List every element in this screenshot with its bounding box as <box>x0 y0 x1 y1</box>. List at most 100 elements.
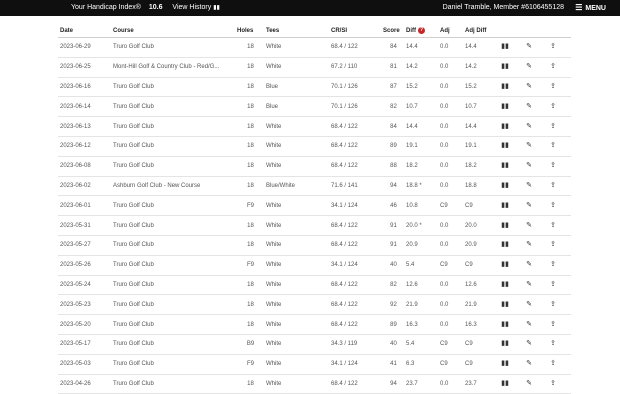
row-course[interactable]: Truro Golf Club <box>111 195 235 217</box>
table-row[interactable]: 2023-05-26 Truro Golf Club F9 White 34.1 / 1… <box>58 255 571 276</box>
table-row[interactable]: 2023-05-23 Truro Golf Club 18 White 68.4 / 1… <box>58 294 571 316</box>
row-course[interactable]: Truro Golf Club <box>111 156 235 177</box>
chart-icon[interactable]: ▮▮ <box>501 281 509 289</box>
edit-icon[interactable]: ✎ <box>525 162 533 170</box>
table-row[interactable]: 2023-05-17 Truro Golf Club B9 White 34.3 / 1… <box>58 334 571 355</box>
share-icon[interactable]: ⇪ <box>549 182 557 190</box>
chart-icon[interactable]: ▮▮ <box>501 182 509 190</box>
row-course[interactable]: Truro Golf Club <box>111 354 235 375</box>
col-header-cr-si[interactable]: CR/SI <box>329 24 381 38</box>
chart-icon[interactable]: ▮▮ <box>501 142 509 150</box>
row-course[interactable]: Mont-Hill Golf & Country Club - Red/G... <box>111 57 235 78</box>
edit-icon[interactable]: ✎ <box>525 360 533 368</box>
row-course[interactable]: Truro Golf Club <box>111 314 235 335</box>
edit-icon[interactable]: ✎ <box>525 43 533 51</box>
col-header-diff[interactable]: Diff? <box>404 24 438 38</box>
help-icon[interactable]: ? <box>418 26 425 34</box>
edit-icon[interactable]: ✎ <box>525 63 533 71</box>
view-history-link[interactable]: View History ▮▮ <box>172 4 219 11</box>
share-icon[interactable]: ⇪ <box>549 281 557 289</box>
chart-icon[interactable]: ▮▮ <box>501 380 509 388</box>
chart-icon[interactable]: ▮▮ <box>501 261 509 269</box>
row-course[interactable]: Truro Golf Club <box>111 255 235 276</box>
table-row[interactable]: 2023-05-03 Truro Golf Club F9 White 34.1 / 1… <box>58 354 571 375</box>
table-row[interactable]: 2023-06-02 Ashburn Golf Club - New Course… <box>58 176 571 197</box>
edit-icon[interactable]: ✎ <box>525 182 533 190</box>
share-icon[interactable]: ⇪ <box>549 321 557 329</box>
row-course[interactable]: Truro Golf Club <box>111 294 235 316</box>
chart-icon[interactable]: ▮▮ <box>501 103 509 111</box>
chart-icon[interactable]: ▮▮ <box>501 360 509 368</box>
edit-icon[interactable]: ✎ <box>525 123 533 131</box>
chart-icon[interactable]: ▮▮ <box>501 301 509 309</box>
row-course[interactable]: Truro Golf Club <box>111 116 235 137</box>
edit-icon[interactable]: ✎ <box>525 380 533 388</box>
chart-icon[interactable]: ▮▮ <box>501 162 509 170</box>
chart-icon[interactable]: ▮▮ <box>501 202 509 210</box>
table-row[interactable]: 2023-05-31 Truro Golf Club 18 White 68.4 / 1… <box>58 215 571 236</box>
row-course[interactable]: Ashburn Golf Club - New Course <box>111 176 235 197</box>
row-course[interactable]: Truro Golf Club <box>111 275 235 296</box>
row-course[interactable]: Truro Golf Club <box>111 37 235 58</box>
edit-icon[interactable]: ✎ <box>525 142 533 150</box>
col-header-tees[interactable]: Tees <box>264 24 329 38</box>
table-row[interactable]: 2023-06-08 Truro Golf Club 18 White 68.4 / 1… <box>58 156 571 177</box>
share-icon[interactable]: ⇪ <box>549 241 557 249</box>
table-row[interactable]: 2023-06-12 Truro Golf Club 18 White 68.4 / 1… <box>58 136 571 157</box>
chart-icon[interactable]: ▮▮ <box>501 321 509 329</box>
row-course[interactable]: Truro Golf Club <box>111 235 235 256</box>
share-icon[interactable]: ⇪ <box>549 123 557 131</box>
chart-icon[interactable]: ▮▮ <box>501 63 509 71</box>
share-icon[interactable]: ⇪ <box>549 360 557 368</box>
share-icon[interactable]: ⇪ <box>549 142 557 150</box>
edit-icon[interactable]: ✎ <box>525 301 533 309</box>
share-icon[interactable]: ⇪ <box>549 63 557 71</box>
edit-icon[interactable]: ✎ <box>525 83 533 91</box>
col-header-holes[interactable]: Holes <box>235 24 264 38</box>
edit-icon[interactable]: ✎ <box>525 103 533 111</box>
col-header-adj[interactable]: Adj <box>438 24 463 38</box>
share-icon[interactable]: ⇪ <box>549 380 557 388</box>
row-course[interactable]: Truro Golf Club <box>111 374 235 394</box>
share-icon[interactable]: ⇪ <box>549 103 557 111</box>
row-course[interactable]: Truro Golf Club <box>111 215 235 236</box>
share-icon[interactable]: ⇪ <box>549 202 557 210</box>
share-icon[interactable]: ⇪ <box>549 43 557 51</box>
share-icon[interactable]: ⇪ <box>549 340 557 348</box>
share-icon[interactable]: ⇪ <box>549 222 557 230</box>
row-course[interactable]: Truro Golf Club <box>111 96 235 118</box>
share-icon[interactable]: ⇪ <box>549 83 557 91</box>
chart-icon[interactable]: ▮▮ <box>501 340 509 348</box>
share-icon[interactable]: ⇪ <box>549 162 557 170</box>
edit-icon[interactable]: ✎ <box>525 202 533 210</box>
chart-icon[interactable]: ▮▮ <box>501 123 509 131</box>
table-row[interactable]: 2023-06-01 Truro Golf Club F9 White 34.1 / 1… <box>58 195 571 217</box>
table-row[interactable]: 2023-04-26 Truro Golf Club 18 White 68.4 / 1… <box>58 374 571 394</box>
table-row[interactable]: 2023-05-27 Truro Golf Club 18 White 68.4 / 1… <box>58 235 571 256</box>
col-header-date[interactable]: Date <box>58 24 111 38</box>
edit-icon[interactable]: ✎ <box>525 340 533 348</box>
table-row[interactable]: 2023-06-14 Truro Golf Club 18 Blue 70.1 / 12… <box>58 96 571 118</box>
table-row[interactable]: 2023-05-20 Truro Golf Club 18 White 68.4 / 1… <box>58 314 571 335</box>
edit-icon[interactable]: ✎ <box>525 241 533 249</box>
col-header-course[interactable]: Course <box>111 24 235 38</box>
menu-button[interactable]: ☰ MENU <box>575 0 606 16</box>
col-header-adj-diff[interactable]: Adj Diff <box>463 24 499 38</box>
row-course[interactable]: Truro Golf Club <box>111 136 235 157</box>
chart-icon[interactable]: ▮▮ <box>501 83 509 91</box>
table-row[interactable]: 2023-06-29 Truro Golf Club 18 White 68.4 / 1… <box>58 37 571 58</box>
table-row[interactable]: 2023-06-25 Mont-Hill Golf & Country Club … <box>58 57 571 78</box>
table-row[interactable]: 2023-06-13 Truro Golf Club 18 White 68.4 / 1… <box>58 116 571 137</box>
row-course[interactable]: Truro Golf Club <box>111 334 235 355</box>
table-row[interactable]: 2023-06-16 Truro Golf Club 18 Blue 70.1 / 12… <box>58 77 571 98</box>
row-course[interactable]: Truro Golf Club <box>111 77 235 98</box>
chart-icon[interactable]: ▮▮ <box>501 241 509 249</box>
edit-icon[interactable]: ✎ <box>525 222 533 230</box>
edit-icon[interactable]: ✎ <box>525 321 533 329</box>
table-row[interactable]: 2023-05-24 Truro Golf Club 18 White 68.4 / 1… <box>58 275 571 296</box>
chart-icon[interactable]: ▮▮ <box>501 43 509 51</box>
share-icon[interactable]: ⇪ <box>549 261 557 269</box>
edit-icon[interactable]: ✎ <box>525 281 533 289</box>
edit-icon[interactable]: ✎ <box>525 261 533 269</box>
col-header-score[interactable]: Score <box>381 24 404 38</box>
